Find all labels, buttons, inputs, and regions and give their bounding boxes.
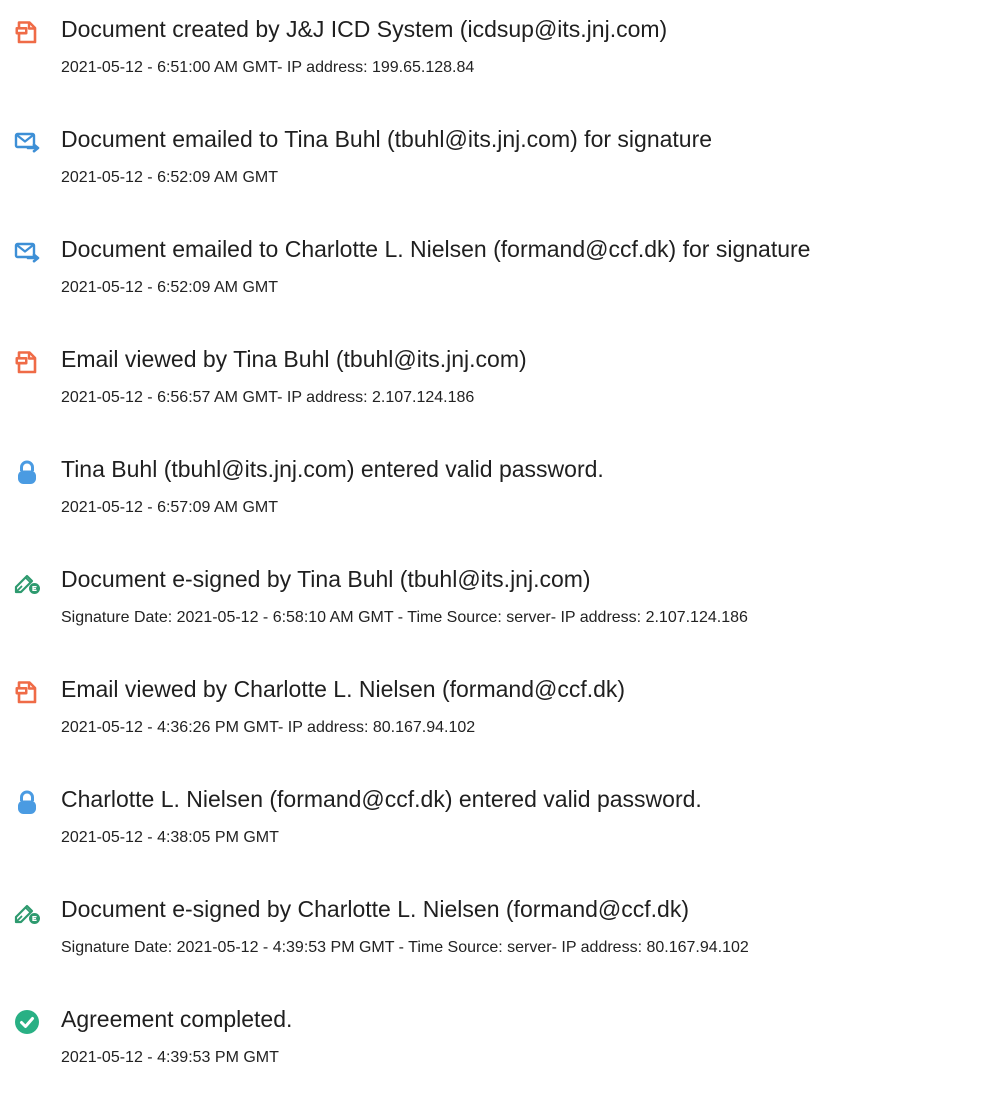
event-title: Document e-signed by Charlotte L. Nielse… [61, 896, 690, 922]
event-emailed-tina: Document emailed to Tina Buhl (tbuhl@its… [0, 122, 981, 232]
lock-icon [13, 458, 41, 486]
event-viewed-tina: Email viewed by Tina Buhl (tbuhl@its.jnj… [0, 342, 981, 452]
event-title: Tina Buhl (tbuhl@its.jnj.com) entered va… [61, 456, 604, 482]
event-title: Document emailed to Charlotte L. Nielsen… [61, 236, 811, 262]
event-signed-charlotte: Document e-signed by Charlotte L. Nielse… [0, 892, 981, 1002]
event-title: Email viewed by Charlotte L. Nielsen (fo… [61, 676, 626, 702]
event-detail: Signature Date: 2021-05-12 - 4:39:53 PM … [61, 939, 749, 956]
event-signed-tina: Document e-signed by Tina Buhl (tbuhl@it… [0, 562, 981, 672]
event-title: Document emailed to Tina Buhl (tbuhl@its… [61, 126, 713, 152]
event-title: Agreement completed. [61, 1006, 293, 1032]
event-title: Email viewed by Tina Buhl (tbuhl@its.jnj… [61, 346, 527, 372]
event-detail: 2021-05-12 - 6:57:09 AM GMT [61, 499, 278, 516]
email-icon [13, 238, 41, 266]
event-title: Document e-signed by Tina Buhl (tbuhl@it… [61, 566, 591, 592]
document-icon [13, 18, 41, 46]
event-detail: 2021-05-12 - 4:38:05 PM GMT [61, 829, 279, 846]
event-detail: 2021-05-12 - 6:52:09 AM GMT [61, 279, 278, 296]
event-agreement-completed: Agreement completed. 2021-05-12 - 4:39:5… [0, 1002, 981, 1112]
event-detail: 2021-05-12 - 4:36:26 PM GMT- IP address:… [61, 719, 476, 736]
document-icon [13, 678, 41, 706]
event-emailed-charlotte: Document emailed to Charlotte L. Nielsen… [0, 232, 981, 342]
e-sign-icon [13, 898, 41, 926]
event-detail: 2021-05-12 - 4:39:53 PM GMT [61, 1049, 279, 1066]
event-detail: 2021-05-12 - 6:56:57 AM GMT- IP address:… [61, 389, 475, 406]
event-password-charlotte: Charlotte L. Nielsen (formand@ccf.dk) en… [0, 782, 981, 892]
event-document-created: Document created by J&J ICD System (icds… [0, 12, 981, 122]
lock-icon [13, 788, 41, 816]
event-viewed-charlotte: Email viewed by Charlotte L. Nielsen (fo… [0, 672, 981, 782]
email-icon [13, 128, 41, 156]
event-password-tina: Tina Buhl (tbuhl@its.jnj.com) entered va… [0, 452, 981, 562]
event-detail: 2021-05-12 - 6:51:00 AM GMT- IP address:… [61, 59, 475, 76]
document-icon [13, 348, 41, 376]
event-title: Charlotte L. Nielsen (formand@ccf.dk) en… [61, 786, 702, 812]
check-circle-icon [13, 1008, 41, 1036]
audit-event-log: Document created by J&J ICD System (icds… [0, 0, 981, 1112]
event-detail: 2021-05-12 - 6:52:09 AM GMT [61, 169, 278, 186]
event-title: Document created by J&J ICD System (icds… [61, 16, 668, 42]
event-detail: Signature Date: 2021-05-12 - 6:58:10 AM … [61, 609, 748, 626]
e-sign-icon [13, 568, 41, 596]
